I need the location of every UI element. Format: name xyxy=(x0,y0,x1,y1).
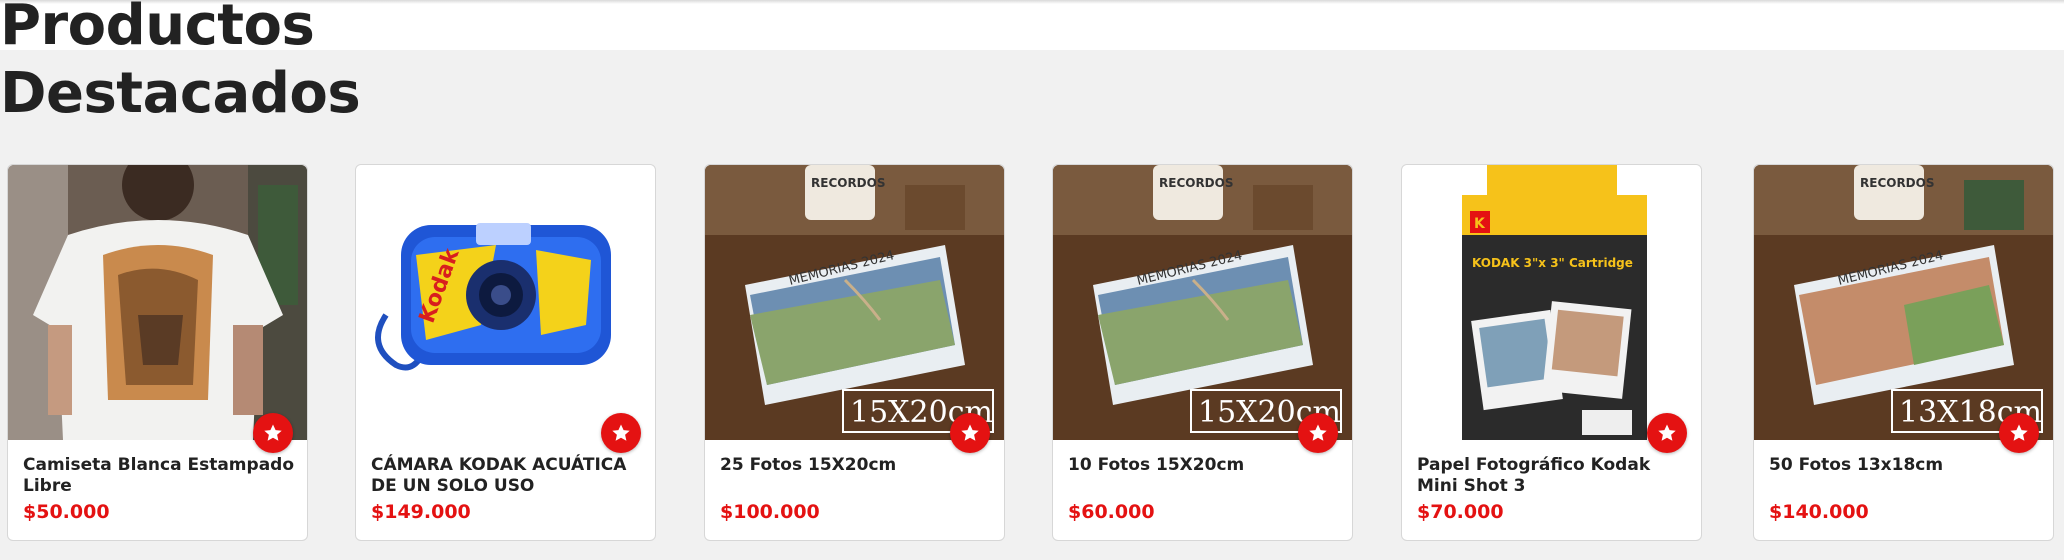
product-price: $60.000 xyxy=(1068,501,1155,523)
product-name[interactable]: Papel Fotográfico Kodak Mini Shot 3 xyxy=(1417,455,1692,497)
product-name[interactable]: Camiseta Blanca Estampado Libre xyxy=(23,455,298,497)
favorite-button[interactable] xyxy=(950,413,990,453)
star-icon xyxy=(264,424,282,441)
star-icon xyxy=(961,424,979,441)
star-icon xyxy=(612,424,630,441)
product-card[interactable]: Kodak CÁMARA KODAK ACUÁTICA DE UN SOLO U… xyxy=(355,164,656,541)
product-image[interactable] xyxy=(8,165,307,440)
favorite-button[interactable] xyxy=(1298,413,1338,453)
product-image[interactable]: K KODAK 3"x 3" Cartridge xyxy=(1402,165,1701,440)
mug-text: RECORDOS xyxy=(811,176,886,190)
product-price: $149.000 xyxy=(371,501,471,523)
product-card[interactable]: Camiseta Blanca Estampado Libre $50.000 xyxy=(7,164,308,541)
product-name[interactable]: 10 Fotos 15X20cm xyxy=(1068,455,1343,476)
product-name[interactable]: 25 Fotos 15X20cm xyxy=(720,455,995,476)
kodak-camera-image: Kodak xyxy=(356,165,655,440)
photo-stack-image: RECORDOS MEMORIAS 2024 15X20cm xyxy=(705,165,1004,440)
product-image[interactable]: RECORDOS MEMORIAS 2024 13X18cm xyxy=(1754,165,2053,440)
section-title: Productos Destacados xyxy=(0,0,420,128)
favorite-button[interactable] xyxy=(1647,413,1687,453)
star-icon xyxy=(2010,424,2028,441)
product-price: $70.000 xyxy=(1417,501,1504,523)
mug-text: RECORDOS xyxy=(1860,176,1935,190)
product-image[interactable]: RECORDOS MEMORIAS 2024 15X20cm xyxy=(1053,165,1352,440)
star-icon xyxy=(1658,424,1676,441)
product-price: $50.000 xyxy=(23,501,110,523)
kodak-logo-letter: K xyxy=(1474,216,1486,232)
favorite-button[interactable] xyxy=(253,413,293,453)
star-icon xyxy=(1309,424,1327,441)
section-title-line-1: Productos xyxy=(0,0,315,58)
product-card[interactable]: RECORDOS MEMORIAS 2024 13X18cm 50 Fotos … xyxy=(1753,164,2054,541)
product-card[interactable]: K KODAK 3"x 3" Cartridge Papel Fotográfi… xyxy=(1401,164,1702,541)
product-card[interactable]: RECORDOS MEMORIAS 2024 15X20cm 25 Fotos … xyxy=(704,164,1005,541)
product-image[interactable]: RECORDOS MEMORIAS 2024 15X20cm xyxy=(705,165,1004,440)
product-name[interactable]: CÁMARA KODAK ACUÁTICA DE UN SOLO USO xyxy=(371,455,646,497)
product-price: $140.000 xyxy=(1769,501,1869,523)
photo-stack-image: RECORDOS MEMORIAS 2024 13X18cm xyxy=(1754,165,2053,440)
box-title: KODAK 3"x 3" Cartridge xyxy=(1472,256,1633,270)
product-image[interactable]: Kodak xyxy=(356,165,655,440)
tshirt-image xyxy=(8,165,307,440)
favorite-button[interactable] xyxy=(601,413,641,453)
product-name[interactable]: 50 Fotos 13x18cm xyxy=(1769,455,2044,476)
section-title-line-2: Destacados xyxy=(0,61,361,126)
product-price: $100.000 xyxy=(720,501,820,523)
photo-stack-image: RECORDOS MEMORIAS 2024 15X20cm xyxy=(1053,165,1352,440)
mug-text: RECORDOS xyxy=(1159,176,1234,190)
product-card[interactable]: RECORDOS MEMORIAS 2024 15X20cm 10 Fotos … xyxy=(1052,164,1353,541)
kodak-cartridge-image: K KODAK 3"x 3" Cartridge xyxy=(1402,165,1701,440)
favorite-button[interactable] xyxy=(1999,413,2039,453)
